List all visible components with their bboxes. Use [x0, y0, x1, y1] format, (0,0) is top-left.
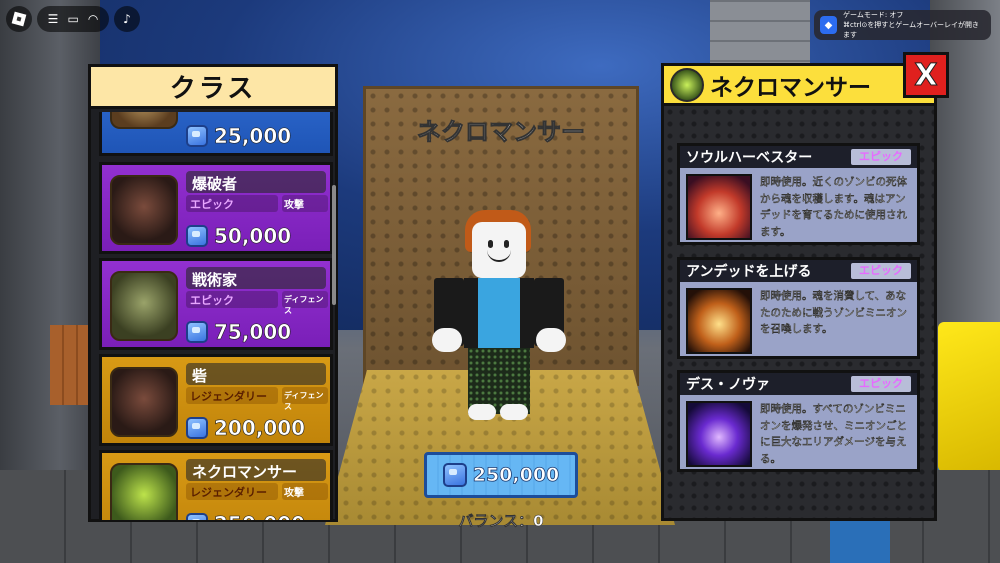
class-icon — [110, 112, 178, 129]
ability-rarity: エピック — [851, 376, 911, 392]
purchase-price: 250,000 — [472, 464, 560, 487]
game-mode-body: ⌘ctrl⊙を押すとゲームオーバーレイが開きます — [843, 21, 980, 39]
class-name: ネクロマンサー — [186, 459, 326, 481]
class-name: 砦 — [186, 363, 326, 385]
ability-name: アンデッドを上げる — [686, 264, 812, 280]
bell-icon: ♪ — [123, 12, 131, 26]
ability-name: デス・ノヴァ — [686, 377, 770, 393]
ability-description: 即時使用。すべてのゾンビミニオンを爆発させ、ミニオンごとに巨大なエリアダメージを… — [760, 403, 907, 465]
avatar-preview — [428, 210, 574, 425]
gem-icon — [186, 417, 208, 439]
death-nova-icon — [686, 401, 752, 467]
class-name: 爆破者 — [186, 171, 326, 193]
skull-icon — [110, 463, 178, 520]
roblox-menu-button[interactable] — [6, 6, 32, 32]
class-role: 攻撃 — [282, 483, 328, 500]
ability-card-death-nova: デス・ノヴァ エピック 即時使用。すべてのゾンビミニオンを爆発させ、ミニオンごと… — [677, 370, 920, 472]
yellow-block — [938, 322, 1000, 472]
class-card-fortress[interactable]: 砦 レジェンダリー ディフェンス 200,000 — [99, 354, 333, 446]
balance-label: バランス：0 — [458, 512, 544, 531]
ability-name: ソウルハーベスター — [686, 150, 813, 166]
class-price: 25,000 — [186, 123, 291, 149]
headset-icon[interactable]: ◠ — [88, 13, 98, 25]
class-panel-header: クラス — [91, 67, 335, 109]
hamburger-menu-icon[interactable]: ☰ — [48, 13, 59, 25]
class-card-demolisher[interactable]: 爆破者 エピック 攻撃 50,000 — [99, 162, 333, 254]
class-detail-title: ネクロマンサー — [710, 74, 871, 101]
class-panel: クラス 25,000 爆破者 エピック 攻撃 50,000 戦術家 エピック デ… — [88, 64, 338, 522]
dynamite-icon — [110, 175, 178, 245]
game-mode-notice[interactable]: ◆ ゲームモード: オフ ⌘ctrl⊙を押すとゲームオーバーレイが開きます — [814, 10, 991, 40]
close-button[interactable]: X — [903, 52, 949, 98]
selected-class-title: ネクロマンサー — [417, 118, 586, 147]
roblox-logo-icon — [11, 11, 27, 27]
class-detail-header: ネクロマンサー — [661, 63, 937, 106]
gem-icon — [186, 321, 208, 343]
ability-description: 即時使用。近くのゾンビの死体から魂を収穫します。魂はアンデッドを育てるために使用… — [760, 176, 907, 238]
soul-hands-icon — [686, 174, 752, 240]
necromancer-badge-icon — [670, 67, 704, 102]
soldier-icon — [110, 271, 178, 341]
gem-icon — [186, 513, 208, 520]
ability-rarity: エピック — [851, 263, 911, 279]
gem-icon — [186, 125, 208, 147]
ability-description: 即時使用。魂を消費して、あなたのために戦うゾンビミニオンを召喚します。 — [760, 290, 907, 335]
class-card-tactician[interactable]: 戦術家 エピック ディフェンス 75,000 — [99, 258, 333, 350]
shield-icon — [110, 367, 178, 437]
game-mode-title: ゲームモード: オフ — [843, 11, 904, 19]
rising-undead-icon — [686, 288, 752, 354]
class-card[interactable]: 25,000 — [99, 112, 333, 156]
chat-icon[interactable]: ▭ — [67, 13, 78, 25]
class-list[interactable]: 25,000 爆破者 エピック 攻撃 50,000 戦術家 エピック ディフェン… — [95, 112, 333, 520]
class-rarity: レジェンダリー — [186, 387, 278, 404]
class-rarity: エピック — [186, 291, 278, 308]
ability-card-raise-undead: アンデッドを上げる エピック 即時使用。魂を消費して、あなたのために戦うゾンビミ… — [677, 257, 920, 359]
class-price: 250,000 — [186, 511, 305, 520]
purchase-button[interactable]: 250,000 — [424, 452, 578, 498]
class-price: 75,000 — [186, 319, 291, 345]
class-card-necromancer[interactable]: ネクロマンサー レジェンダリー 攻撃 250,000 — [99, 450, 333, 520]
ability-rarity: エピック — [851, 149, 911, 165]
ability-card-soul-harvester: ソウルハーベスター エピック 即時使用。近くのゾンビの死体から魂を収穫します。魂… — [677, 143, 920, 245]
gem-icon — [442, 463, 467, 487]
topbar-controls: ☰ ▭ ◠ — [37, 6, 109, 32]
class-role: ディフェンス — [282, 387, 328, 411]
class-price: 50,000 — [186, 223, 291, 249]
class-list-scrollbar[interactable] — [332, 185, 336, 305]
class-rarity: エピック — [186, 195, 278, 212]
class-role: ディフェンス — [282, 291, 328, 315]
class-role: 攻撃 — [282, 195, 328, 212]
notifications-button[interactable]: ♪ — [114, 6, 140, 32]
game-mode-icon: ◆ — [820, 16, 838, 34]
class-price: 200,000 — [186, 415, 305, 441]
gem-icon — [186, 225, 208, 247]
class-name: 戦術家 — [186, 267, 326, 289]
class-panel-title: クラス — [169, 74, 257, 104]
class-rarity: レジェンダリー — [186, 483, 278, 500]
